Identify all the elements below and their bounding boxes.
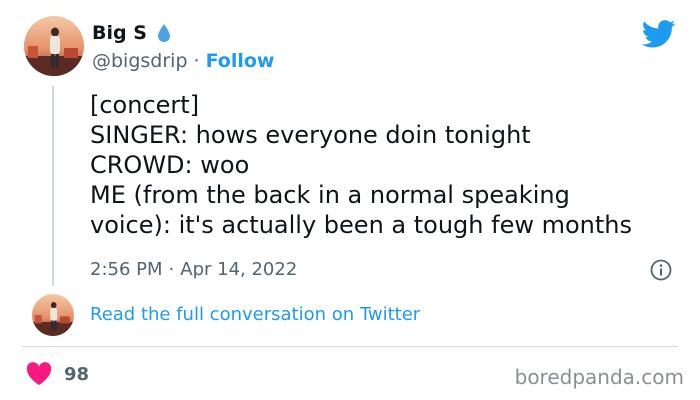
heart-icon[interactable]	[26, 362, 52, 386]
tweet-time: 2:56 PM	[90, 259, 163, 280]
divider	[22, 346, 678, 347]
like-action[interactable]: 98	[26, 362, 89, 386]
handle-row: @bigsdrip · Follow	[92, 50, 274, 72]
read-conversation-link[interactable]: Read the full conversation on Twitter	[90, 304, 420, 325]
avatar-small[interactable]	[32, 294, 74, 336]
tweet-card: Big S @bigsdrip · Follow [concert] SINGE…	[0, 0, 700, 400]
info-icon[interactable]	[650, 259, 672, 281]
timestamp[interactable]: 2:56 PM · Apr 14, 2022	[90, 259, 297, 280]
tweet-line: SINGER: hows everyone doin tonight	[90, 121, 531, 149]
display-name[interactable]: Big S	[92, 22, 147, 44]
separator-dot: ·	[193, 50, 200, 72]
twitter-bird-icon[interactable]	[642, 20, 676, 48]
tweet-line: ME (from the back in a normal speaking	[90, 181, 570, 209]
user-name-row: Big S	[92, 22, 171, 44]
tweet-line: voice): it's actually been a tough few m…	[90, 211, 632, 239]
tweet-text: [concert] SINGER: hows everyone doin ton…	[90, 90, 690, 240]
follow-button[interactable]: Follow	[206, 50, 275, 72]
watermark: boredpanda.com	[514, 365, 684, 389]
avatar[interactable]	[24, 16, 84, 76]
water-drop-icon	[157, 24, 170, 42]
thread-line	[52, 86, 54, 286]
tweet-line: CROWD: woo	[90, 151, 250, 179]
separator-dot: ·	[168, 259, 175, 280]
like-count: 98	[64, 363, 90, 385]
user-handle[interactable]: @bigsdrip	[92, 50, 188, 72]
tweet-date: Apr 14, 2022	[180, 259, 298, 280]
tweet-line: [concert]	[90, 91, 200, 119]
